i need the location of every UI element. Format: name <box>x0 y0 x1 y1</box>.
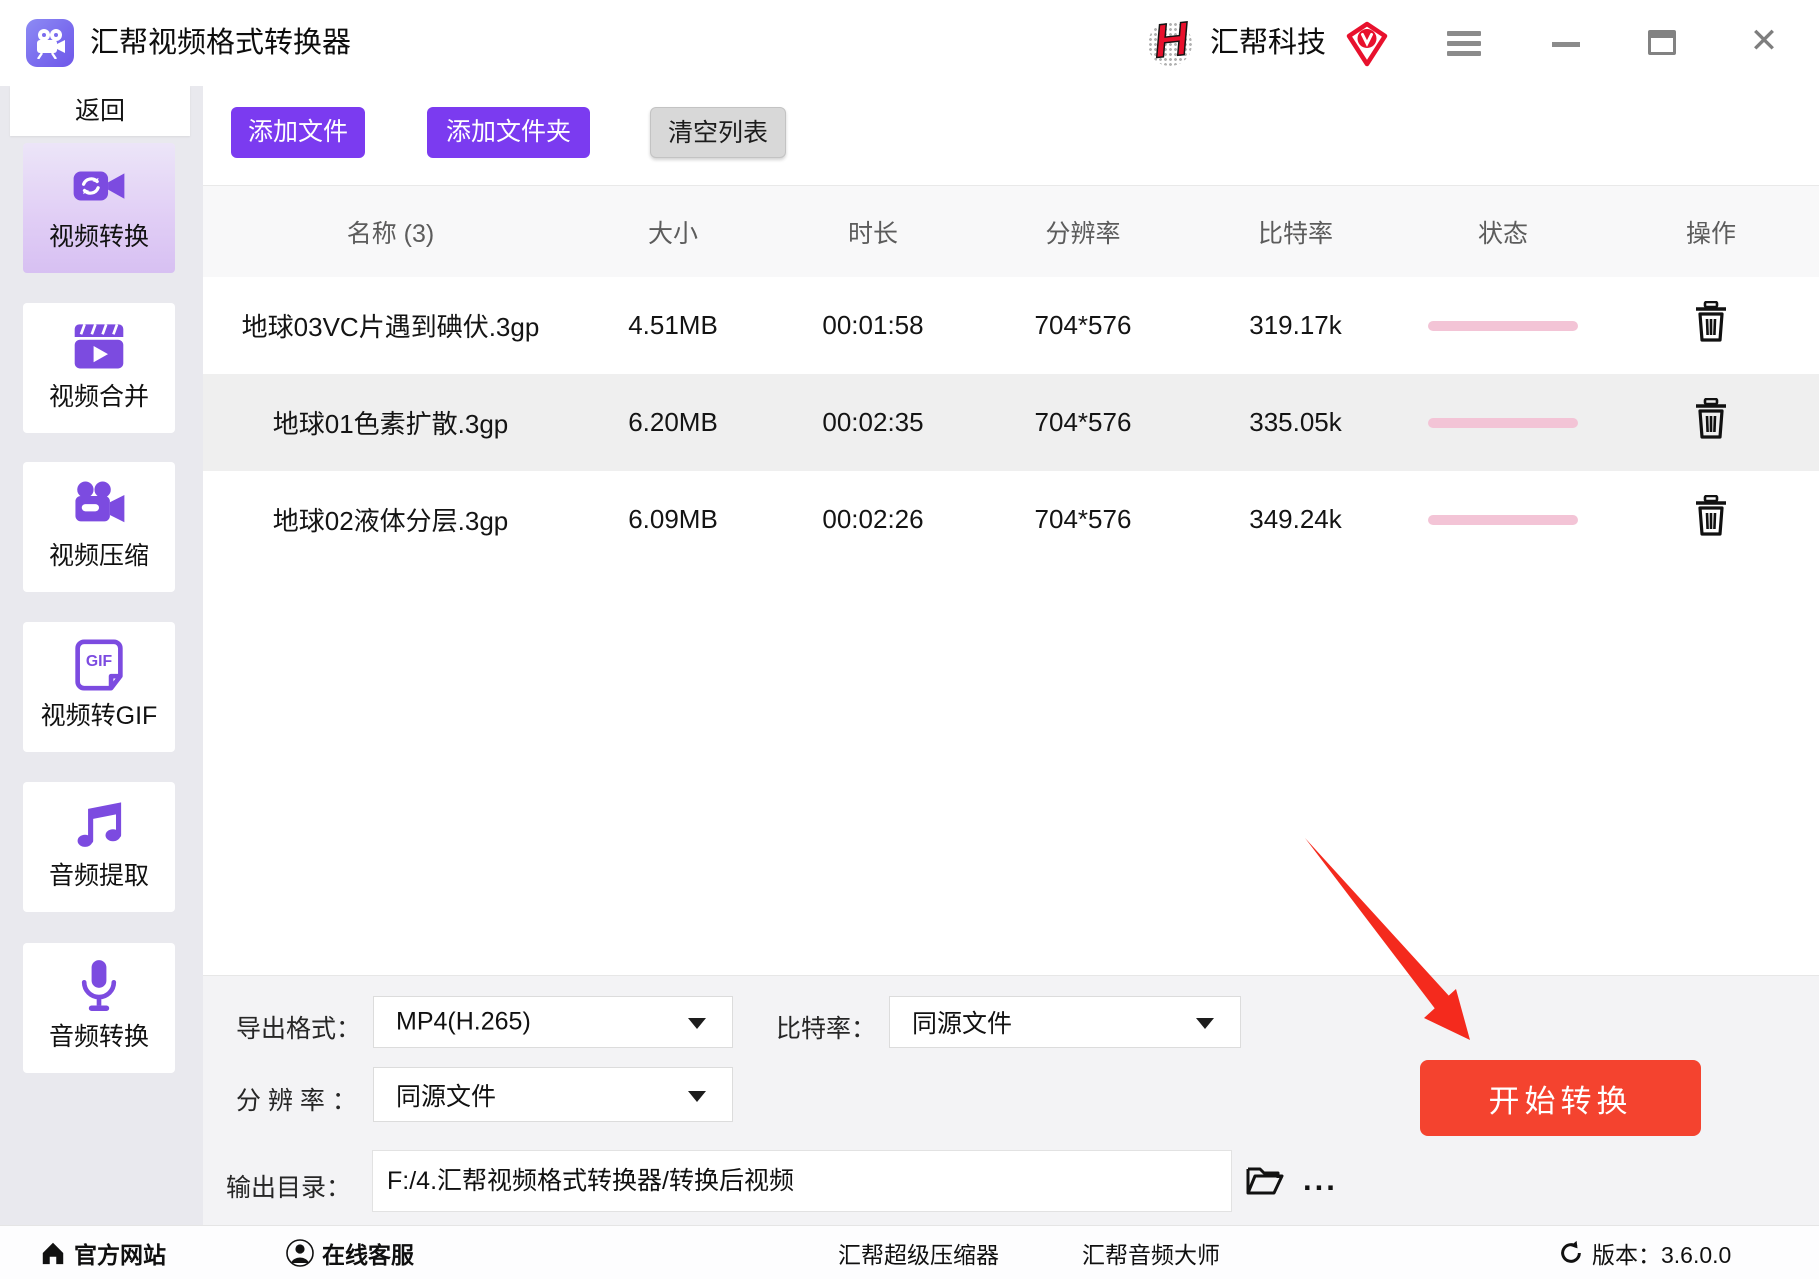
sidebar-item-label: 视频合并 <box>48 383 149 411</box>
super-compressor-link[interactable]: 汇帮超级压缩器 <box>838 1226 999 1279</box>
export-format-select[interactable]: MP4(H.265) <box>373 996 733 1048</box>
progress-bar <box>1403 320 1603 331</box>
file-resolution: 704*576 <box>1034 504 1132 534</box>
sidebar-item-label: 音频转换 <box>48 1023 149 1051</box>
sidebar-item-label: 视频转GIF <box>40 702 158 730</box>
file-name: 地球01色素扩散.3gp <box>272 409 509 439</box>
file-resolution: 704*576 <box>1034 407 1132 437</box>
file-resolution: 704*576 <box>1034 310 1132 340</box>
settings-panel: 导出格式： MP4(H.265) 比特率： 同源文件 分 辨 率 ： 同源文件 … <box>203 975 1819 1225</box>
table-header: 名称 (3) 大小 时长 分辨率 比特率 状态 操作 <box>203 185 1819 277</box>
video-compress-icon <box>70 476 128 534</box>
file-size: 4.51MB <box>628 310 718 340</box>
bitrate-label: 比特率： <box>776 1015 877 1043</box>
progress-bar <box>1403 514 1603 525</box>
person-icon <box>286 1239 314 1267</box>
sidebar-item-video-convert[interactable]: 视频转换 <box>23 143 175 273</box>
maximize-button[interactable] <box>1641 0 1683 86</box>
col-resolution: 分辨率 <box>1045 219 1121 248</box>
col-duration: 时长 <box>847 219 898 248</box>
back-button[interactable]: 返回 <box>10 86 190 136</box>
app-window: 汇帮视频格式转换器 H 汇帮科技 ✕ 返回 视频转换 视频合并 视频压缩 GIF… <box>0 0 1819 1279</box>
sidebar: 返回 视频转换 视频合并 视频压缩 GIF 视频转GIF 音频提取 音频转换 <box>0 86 203 1225</box>
sidebar-item-video-compress[interactable]: 视频压缩 <box>23 462 175 592</box>
open-folder-icon[interactable] <box>1245 1162 1285 1198</box>
file-duration: 00:01:58 <box>822 310 924 340</box>
file-name: 地球02液体分层.3gp <box>272 506 509 536</box>
file-name: 地球03VC片遇到碘伏.3gp <box>241 312 540 342</box>
browse-more-button[interactable]: ... <box>1303 1162 1338 1198</box>
video-merge-icon <box>72 317 126 375</box>
version-info: 版本：3.6.0.0 <box>1558 1226 1731 1279</box>
col-action: 操作 <box>1685 219 1736 248</box>
sidebar-item-audio-convert[interactable]: 音频转换 <box>23 943 175 1073</box>
start-convert-button[interactable]: 开始转换 <box>1420 1060 1701 1136</box>
delete-row-icon[interactable] <box>1692 300 1730 343</box>
delete-row-icon[interactable] <box>1692 494 1730 537</box>
file-duration: 00:02:35 <box>822 407 924 437</box>
official-site-link[interactable]: 官方网站 <box>40 1226 166 1279</box>
file-bitrate: 319.17k <box>1249 310 1342 340</box>
vip-badge-icon[interactable] <box>1344 21 1390 67</box>
file-duration: 00:02:26 <box>822 504 924 534</box>
file-bitrate: 335.05k <box>1249 407 1342 437</box>
svg-text:GIF: GIF <box>86 653 113 670</box>
sidebar-item-label: 视频压缩 <box>48 542 149 570</box>
online-service-link[interactable]: 在线客服 <box>286 1226 414 1279</box>
bitrate-select[interactable]: 同源文件 <box>889 996 1241 1048</box>
file-size: 6.09MB <box>628 504 718 534</box>
table-row[interactable]: 地球03VC片遇到碘伏.3gp 4.51MB 00:01:58 704*576 … <box>203 277 1819 374</box>
col-name: 名称 (3) <box>346 219 435 248</box>
main-content: 添加文件 添加文件夹 清空列表 名称 (3) 大小 时长 分辨率 比特率 状态 … <box>203 86 1819 1225</box>
sidebar-item-video-to-gif[interactable]: GIF 视频转GIF <box>23 622 175 752</box>
minimize-button[interactable] <box>1545 0 1587 86</box>
app-title: 汇帮视频格式转换器 <box>90 27 352 59</box>
refresh-icon <box>1561 1240 1581 1263</box>
chevron-down-icon <box>688 1090 706 1102</box>
sidebar-item-video-merge[interactable]: 视频合并 <box>23 303 175 433</box>
chevron-down-icon <box>1196 1018 1214 1029</box>
titlebar: 汇帮视频格式转换器 H 汇帮科技 ✕ <box>0 0 1819 86</box>
brand-name: 汇帮科技 <box>1210 27 1327 59</box>
chevron-down-icon <box>688 1018 706 1029</box>
delete-row-icon[interactable] <box>1692 397 1730 440</box>
file-bitrate: 349.24k <box>1249 504 1342 534</box>
microphone-icon <box>74 957 124 1015</box>
col-size: 大小 <box>647 219 698 248</box>
clear-list-button[interactable]: 清空列表 <box>650 107 786 158</box>
home-icon <box>42 1242 64 1265</box>
table-row[interactable]: 地球02液体分层.3gp 6.09MB 00:02:26 704*576 349… <box>203 471 1819 568</box>
add-file-button[interactable]: 添加文件 <box>231 107 365 158</box>
app-logo-icon <box>26 19 74 67</box>
export-format-label: 导出格式： <box>236 1015 362 1043</box>
resolution-label: 分 辨 率 ： <box>236 1087 357 1115</box>
col-bitrate: 比特率 <box>1257 219 1333 248</box>
brand-logo-icon: H <box>1146 11 1198 70</box>
col-status: 状态 <box>1477 219 1528 248</box>
menu-button[interactable] <box>1440 0 1488 86</box>
sidebar-item-label: 音频提取 <box>48 862 149 890</box>
video-convert-icon <box>70 157 128 215</box>
output-dir-input[interactable]: F:/4.汇帮视频格式转换器/转换后视频 <box>372 1150 1232 1212</box>
table-row[interactable]: 地球01色素扩散.3gp 6.20MB 00:02:35 704*576 335… <box>203 374 1819 471</box>
music-note-icon <box>72 796 126 854</box>
resolution-select[interactable]: 同源文件 <box>373 1067 733 1122</box>
sidebar-item-label: 视频转换 <box>48 223 149 251</box>
footer: 官方网站 在线客服 汇帮超级压缩器 汇帮音频大师 版本：3.6.0.0 <box>0 1225 1819 1279</box>
sidebar-item-audio-extract[interactable]: 音频提取 <box>23 782 175 912</box>
video-to-gif-icon: GIF <box>73 636 125 694</box>
add-folder-button[interactable]: 添加文件夹 <box>427 107 590 158</box>
output-dir-label: 输出目录： <box>226 1174 352 1202</box>
close-button[interactable]: ✕ <box>1742 0 1786 86</box>
file-size: 6.20MB <box>628 407 718 437</box>
progress-bar <box>1403 417 1603 428</box>
audio-master-link[interactable]: 汇帮音频大师 <box>1082 1226 1220 1279</box>
